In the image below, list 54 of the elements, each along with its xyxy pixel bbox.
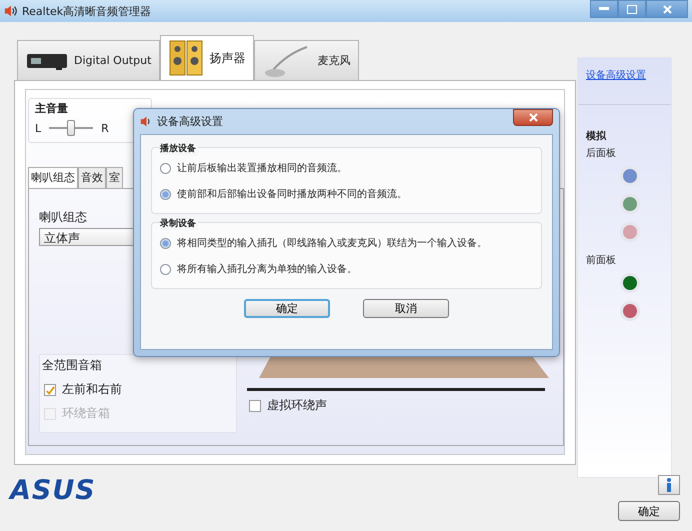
panel-label: 前面板 <box>586 254 616 267</box>
slider-thumb[interactable] <box>67 120 76 136</box>
radio-label: 将所有输入插孔分离为单独的输入设备。 <box>177 262 357 276</box>
close-button[interactable] <box>513 109 553 126</box>
device-tab[interactable]: 扬声器 <box>160 35 254 80</box>
sub-tab[interactable]: 喇叭组态 <box>28 167 78 188</box>
group-title: 播放设备 <box>160 142 198 155</box>
receiver-icon <box>26 52 68 70</box>
sub-tab[interactable]: 室 <box>106 167 123 188</box>
radio-label: 使前部和后部输出设备同时播放两种不同的音频流。 <box>177 188 407 201</box>
close-icon <box>528 113 538 122</box>
speaker-icon <box>4 4 18 18</box>
maximize-button[interactable] <box>618 0 646 18</box>
group-title: 录制设备 <box>160 217 198 230</box>
radio-label: 将相同类型的输入插孔（即线路输入或麦克风）联结为一个输入设备。 <box>177 236 487 250</box>
checkbox[interactable] <box>44 384 56 396</box>
info-button[interactable] <box>658 475 680 495</box>
dialog-button[interactable]: 取消 <box>363 299 449 318</box>
section-label: 模拟 <box>586 130 608 143</box>
checkbox-label: 左前和右前 <box>62 381 122 398</box>
ok-button[interactable]: 确定 <box>618 501 680 521</box>
audio-jack[interactable] <box>620 194 640 214</box>
dialog-button[interactable]: 确定 <box>244 299 330 318</box>
minimize-button[interactable] <box>590 0 618 18</box>
radio-button[interactable] <box>160 264 171 274</box>
window-title: Realtek高清晰音频管理器 <box>22 4 152 18</box>
speaker-group-label: 全范围音箱 <box>42 357 103 374</box>
device-tab[interactable]: Digital Output <box>17 40 160 80</box>
radio-button[interactable] <box>160 162 171 174</box>
checkbox-label: 虚拟环绕声 <box>267 397 327 414</box>
advanced-settings-link[interactable]: 设备高级设置 <box>586 70 646 81</box>
brand-logo: ASUS <box>10 475 96 506</box>
audio-jack[interactable] <box>620 273 640 293</box>
speakers-icon <box>169 39 204 77</box>
sub-tab[interactable]: 音效 <box>78 167 106 188</box>
info-icon <box>665 478 673 492</box>
audio-jack[interactable] <box>620 166 640 186</box>
checkbox[interactable] <box>249 400 261 412</box>
left-label: L <box>35 122 42 134</box>
radio-button[interactable] <box>160 238 171 248</box>
device-tab[interactable]: 麦克风 <box>254 40 360 80</box>
right-label: R <box>101 122 109 134</box>
minimize-icon <box>599 7 609 11</box>
close-button[interactable] <box>646 0 688 18</box>
dialog-title: 设备高级设置 <box>157 114 223 129</box>
panel-label: 后面板 <box>586 146 616 160</box>
maximize-icon <box>627 4 637 14</box>
radio-label: 让前后板输出装置播放相同的音频流。 <box>177 162 347 175</box>
checkbox-label: 环绕音箱 <box>62 405 110 422</box>
radio-button[interactable] <box>160 188 171 200</box>
close-icon <box>662 4 672 14</box>
audio-jack[interactable] <box>620 301 640 321</box>
config-label: 喇叭组态 <box>39 209 88 226</box>
volume-label: 主音量 <box>35 101 69 116</box>
